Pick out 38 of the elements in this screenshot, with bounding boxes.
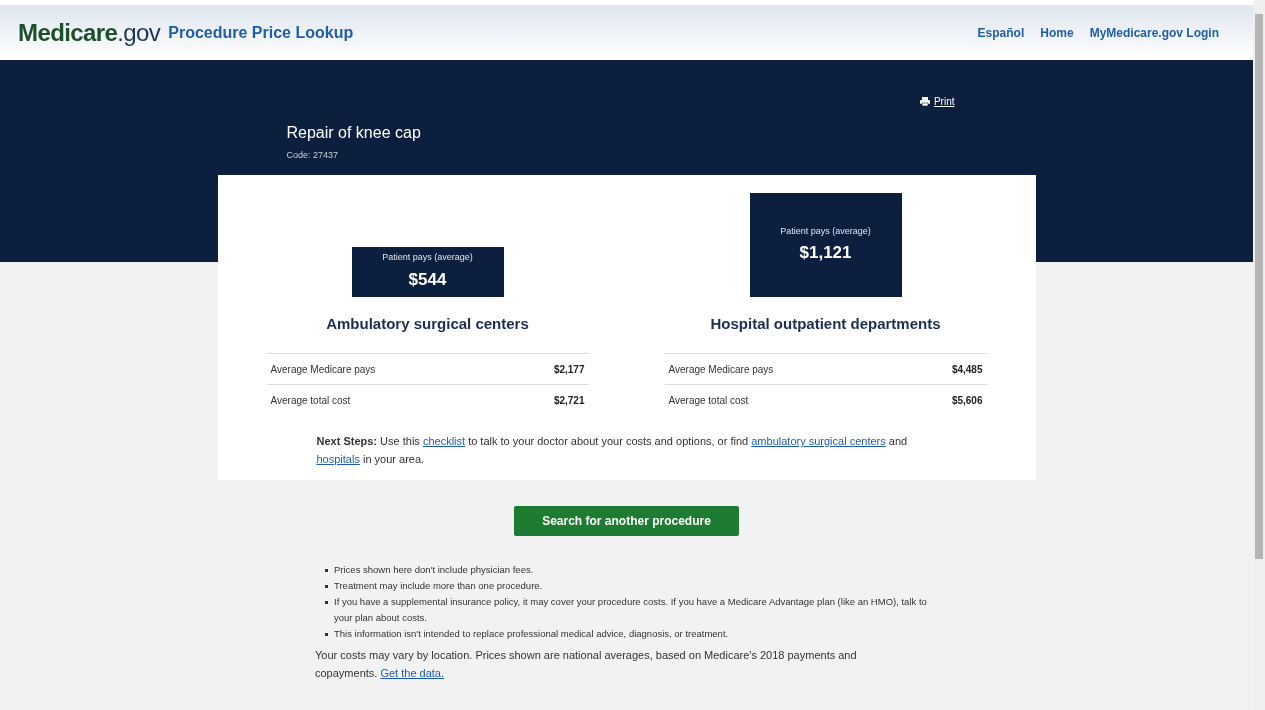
bullet-icon [325, 569, 328, 572]
patient-pays-amount: $1,121 [799, 242, 852, 264]
procedure-code: Code: 27437 [286, 149, 340, 162]
cost-value: $2,177 [553, 362, 585, 377]
note-text: Treatment may include more than one procedure. [334, 579, 543, 593]
site-logo[interactable]: Medicare.gov [18, 14, 161, 51]
note-text: Prices shown here don't include physician fees. [334, 563, 534, 577]
setting-heading: Hospital outpatient departments [710, 313, 941, 334]
text-link[interactable]: Get the data. [380, 667, 445, 679]
cost-label: Average total cost [668, 394, 749, 408]
print-link[interactable]: Print [919, 94, 955, 109]
patient-pays-label: Patient pays (average) [780, 224, 871, 238]
printer-icon [919, 97, 930, 106]
cost-label: Average Medicare pays [668, 362, 774, 377]
bullet-icon [325, 585, 328, 588]
note-text: If you have a supplemental insurance policy, it may cover your procedure costs. If you have a Medicare Advantage plan (like an HMO), talk to your plan about costs. [334, 595, 928, 625]
setting-heading: Ambulatory surgical centers [326, 313, 529, 334]
text-link[interactable]: hospitals [316, 453, 360, 465]
cost-label: Average Medicare pays [270, 362, 376, 377]
search-button[interactable]: Search for another procedure [514, 506, 739, 536]
cost-value: $5,606 [951, 394, 983, 408]
app-title: Procedure Price Lookup [168, 22, 354, 43]
bullet-icon [325, 633, 328, 636]
nav-link[interactable]: Home [1040, 23, 1074, 42]
cost-value: $2,721 [553, 394, 585, 408]
text-link[interactable]: checklist [422, 435, 466, 447]
patient-pays-label: Patient pays (average) [382, 251, 473, 264]
text-link[interactable]: ambulatory surgical centers [751, 435, 886, 447]
footer-text: Your costs may vary by location. Prices shown are national averages, based on Medicare's 2018 payments and copayments. Get the data. [315, 648, 858, 681]
procedure-title: Repair of knee cap [286, 123, 422, 143]
cost-label: Average total cost [270, 394, 351, 408]
note-text: This information isn't intended to replace professional medical advice, diagnosis, or treatment. [334, 627, 729, 641]
next-steps-text: Next Steps: Use this checklist to talk to your doctor about your costs and options, or find ambulatory surgical centers and hospitals in your area. [316, 434, 909, 467]
patient-pays-amount: $544 [408, 268, 447, 291]
nav-link[interactable]: MyMedicare.gov Login [1089, 23, 1219, 42]
nav-link[interactable]: Español [977, 23, 1025, 42]
cost-value: $4,485 [951, 362, 983, 377]
bullet-icon [325, 601, 328, 604]
